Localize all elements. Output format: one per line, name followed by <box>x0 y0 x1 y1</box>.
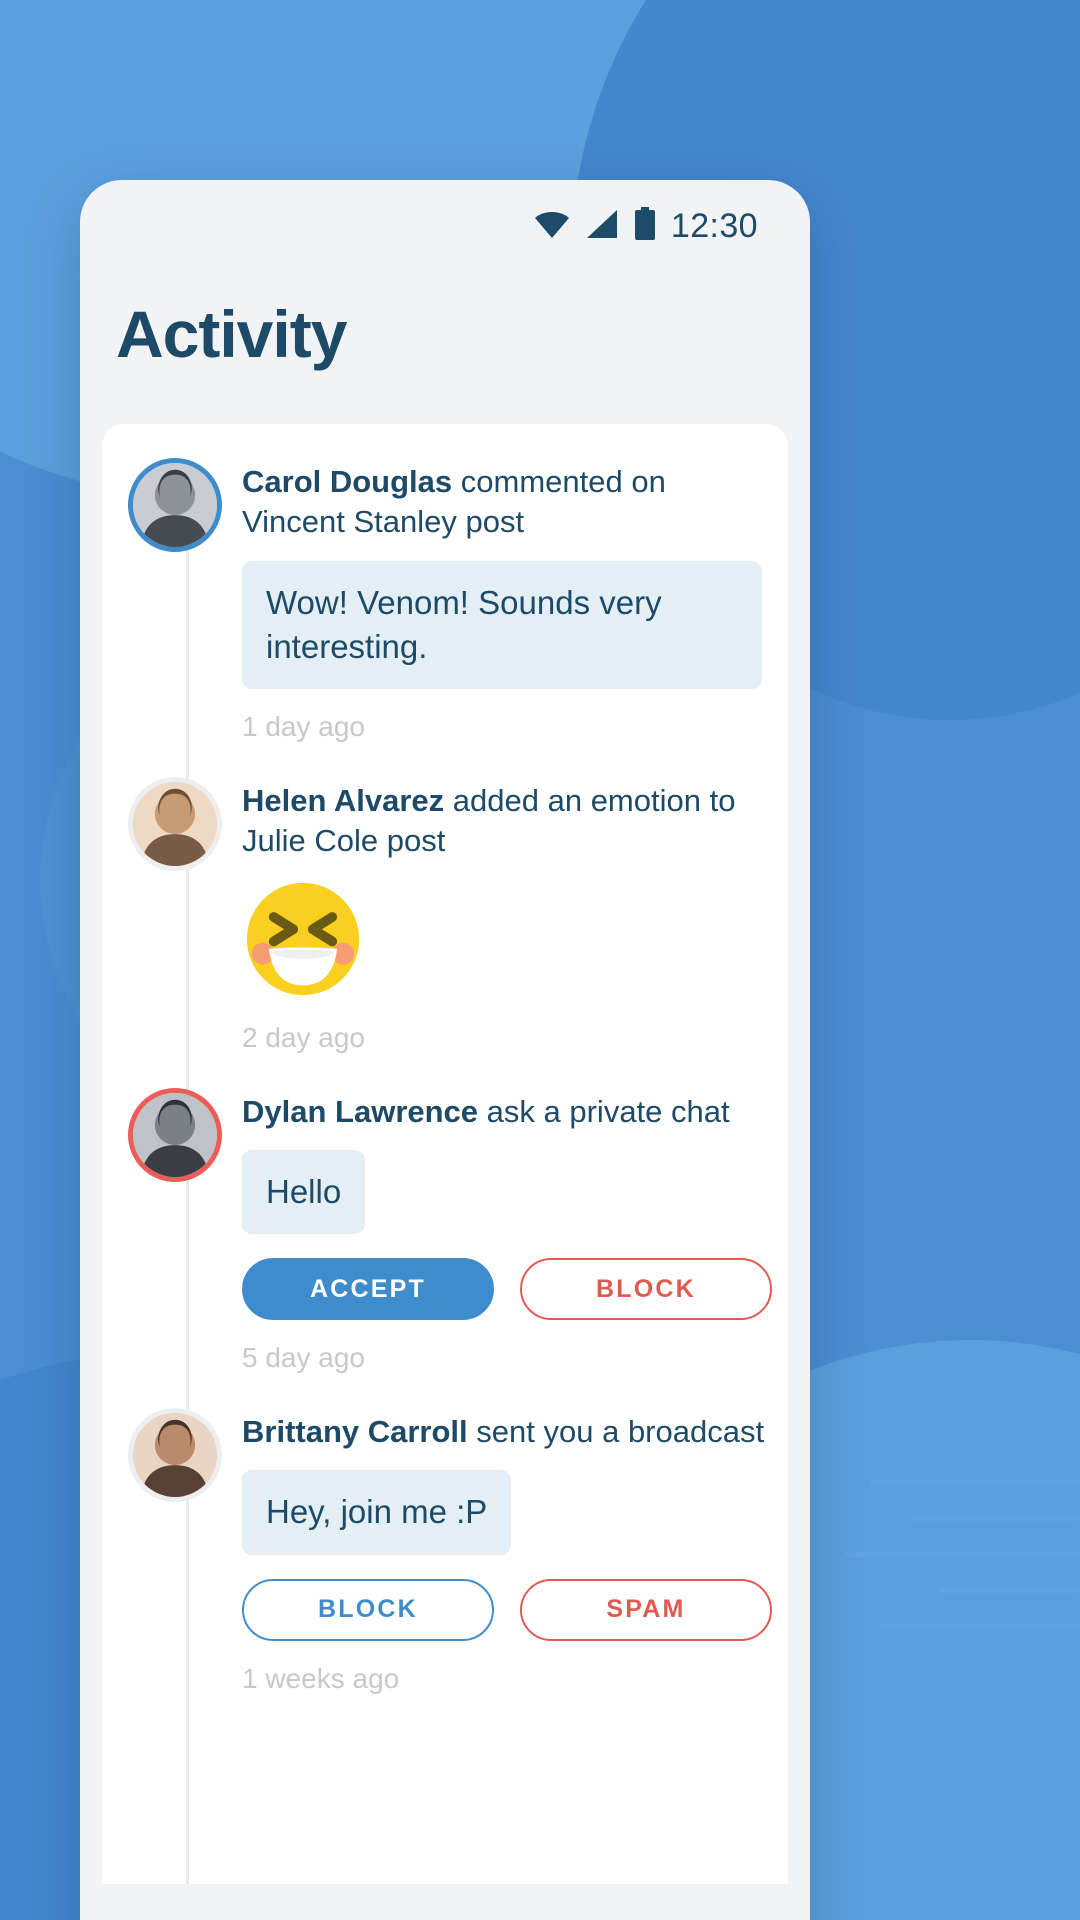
activity-item-dylan-lawrence[interactable]: Dylan Lawrence ask a private chat Hello AC… <box>102 1087 788 1403</box>
cell-signal-icon <box>585 209 619 244</box>
actor-name[interactable]: Helen Alvarez <box>242 783 444 818</box>
activity-text: Dylan Lawrence ask a private chat <box>242 1092 772 1132</box>
activity-item-brittany-carroll[interactable]: Brittany Carroll sent you a broadcast Hey… <box>102 1408 788 1723</box>
avatar[interactable] <box>128 777 222 872</box>
activity-text: Helen Alvarez added an emotion to Julie … <box>242 781 762 862</box>
activity-action: sent you a broadcast <box>467 1414 765 1450</box>
actor-name[interactable]: Carol Douglas <box>242 464 452 499</box>
message-bubble: Wow! Venom! Sounds very interesting. <box>242 560 762 690</box>
laughing-face-emoji <box>242 878 762 1000</box>
activity-feed-card: Carol Douglas commented on Vincent Stanl… <box>102 424 788 1884</box>
status-time: 12:30 <box>670 206 758 245</box>
item-spacer <box>242 1054 762 1082</box>
activity-content: Helen Alvarez added an emotion to Julie … <box>226 777 762 1082</box>
activity-item-helen-alvarez[interactable]: Helen Alvarez added an emotion to Julie … <box>102 777 788 1082</box>
block-button[interactable]: BLOCK <box>242 1578 494 1641</box>
avatar[interactable] <box>128 458 222 552</box>
item-spacer <box>242 1374 772 1402</box>
item-spacer <box>242 1695 772 1723</box>
avatar-column <box>128 1087 226 1403</box>
avatar-column <box>128 458 226 771</box>
status-bar: 12:30 <box>80 180 810 272</box>
activity-action: ask a private chat <box>478 1093 730 1129</box>
actor-name[interactable]: Dylan Lawrence <box>242 1094 478 1129</box>
activity-text: Carol Douglas commented on Vincent Stanl… <box>242 462 762 543</box>
action-button-row: BLOCK SPAM <box>242 1578 772 1641</box>
avatar[interactable] <box>128 1408 222 1503</box>
timestamp: 5 day ago <box>242 1342 365 1374</box>
timestamp: 1 weeks ago <box>242 1662 400 1694</box>
item-spacer <box>242 743 762 771</box>
action-button-row: ACCEPT BLOCK <box>242 1258 772 1321</box>
wifi-icon <box>533 209 571 244</box>
activity-content: Brittany Carroll sent you a broadcast Hey… <box>226 1408 772 1723</box>
message-bubble: Hey, join me :P <box>242 1470 512 1555</box>
page-title: Activity <box>116 297 347 371</box>
timestamp: 2 day ago <box>242 1021 365 1053</box>
avatar-column <box>128 777 226 1082</box>
avatar[interactable] <box>128 1087 222 1182</box>
phone-screen: 12:30 Activity Carol Douglas commented o… <box>80 180 810 1920</box>
accept-button[interactable]: ACCEPT <box>242 1258 494 1321</box>
block-button[interactable]: BLOCK <box>520 1258 772 1321</box>
activity-list: Carol Douglas commented on Vincent Stanl… <box>102 458 788 1723</box>
avatar-column <box>128 1408 226 1723</box>
timestamp: 1 day ago <box>242 711 365 743</box>
actor-name[interactable]: Brittany Carroll <box>242 1414 468 1449</box>
activity-item-carol-douglas[interactable]: Carol Douglas commented on Vincent Stanl… <box>102 458 788 771</box>
battery-icon <box>633 206 657 246</box>
message-bubble: Hello <box>242 1149 366 1235</box>
bg-stripes <box>820 1470 1080 1770</box>
spam-button[interactable]: SPAM <box>520 1578 772 1641</box>
activity-content: Dylan Lawrence ask a private chat Hello AC… <box>226 1088 772 1403</box>
activity-text: Brittany Carroll sent you a broadcast <box>242 1412 772 1452</box>
activity-content: Carol Douglas commented on Vincent Stanl… <box>226 458 762 771</box>
